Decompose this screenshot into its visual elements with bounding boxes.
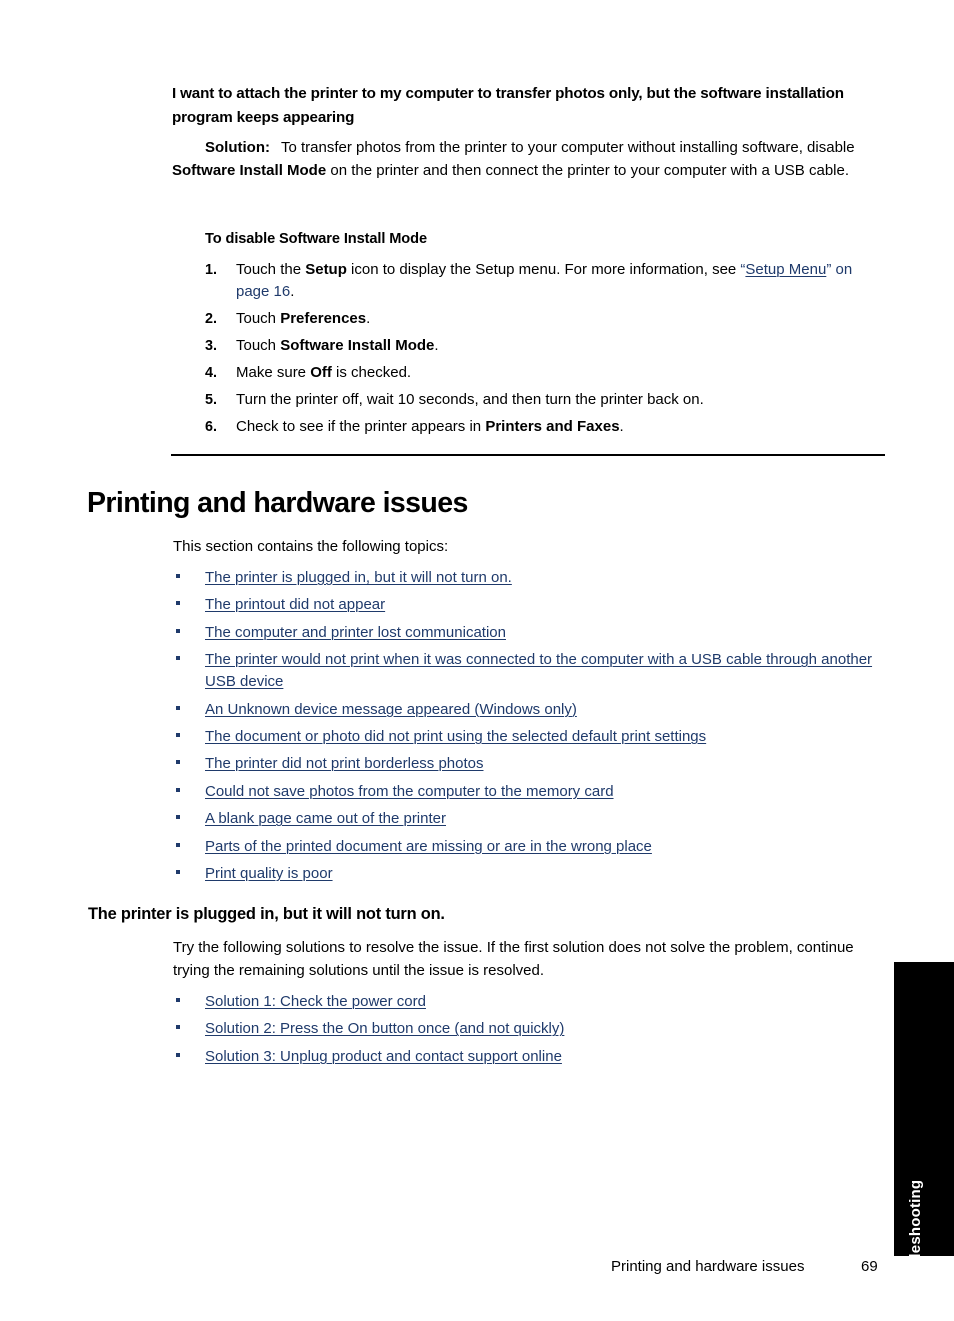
bullet-icon xyxy=(176,869,180,874)
bullet-icon xyxy=(176,628,180,633)
procedure-title: To disable Software Install Mode xyxy=(205,231,427,247)
list-item: Print quality is poor xyxy=(173,863,885,885)
bullet-icon xyxy=(176,1052,180,1057)
step-text-post: . xyxy=(434,337,439,355)
step-text-pre: Touch the xyxy=(236,261,306,278)
step-text-post: . xyxy=(366,310,371,328)
step-period: . xyxy=(290,283,295,301)
topic-link[interactable]: An Unknown device message appeared (Wind… xyxy=(205,701,577,718)
solution-text-part2: on the printer and then connect the prin… xyxy=(326,161,849,179)
setup-menu-link[interactable]: Setup Menu xyxy=(745,261,826,278)
bullet-icon xyxy=(176,842,180,847)
solution-link[interactable]: Solution 1: Check the power cord xyxy=(205,993,426,1010)
step-text-post: is checked. xyxy=(331,363,412,381)
topic-link[interactable]: The printer did not print borderless pho… xyxy=(205,755,484,772)
topic-link[interactable]: Parts of the printed document are missin… xyxy=(205,838,652,855)
bullet-icon xyxy=(176,760,180,765)
list-item: The document or photo did not print usin… xyxy=(173,726,885,748)
step-text-pre: Make sure xyxy=(236,363,311,381)
topic-link[interactable]: A blank page came out of the printer xyxy=(205,810,446,827)
solution-paragraph: Solution: To transfer photos from the pri… xyxy=(172,137,885,182)
list-item: The printer is plugged in, but it will n… xyxy=(173,567,885,589)
solution-link[interactable]: Solution 2: Press the On button once (an… xyxy=(205,1020,564,1037)
bullet-icon xyxy=(176,787,180,792)
footer-section-name: Printing and hardware issues xyxy=(611,1258,805,1275)
solutions-link-list: Solution 1: Check the power cord Solutio… xyxy=(173,991,885,1073)
section-divider xyxy=(171,454,885,456)
list-item: An Unknown device message appeared (Wind… xyxy=(173,699,885,721)
bullet-icon xyxy=(176,815,180,820)
topics-link-list: The printer is plugged in, but it will n… xyxy=(173,567,885,890)
topic-link[interactable]: The printout did not appear xyxy=(205,596,385,613)
step-number: 3. xyxy=(205,338,218,355)
list-item: Solution 2: Press the On button once (an… xyxy=(173,1018,885,1040)
list-item: The computer and printer lost communicat… xyxy=(173,622,885,644)
chapter-thumb-tab: Troubleshooting xyxy=(894,962,954,1300)
procedure-step: 5. Turn the printer off, wait 10 seconds… xyxy=(205,389,885,411)
procedure-steps-list: 1. Touch the Setup icon to display the S… xyxy=(205,259,885,443)
solution-link[interactable]: Solution 3: Unplug product and contact s… xyxy=(205,1048,562,1065)
solution-bold-term: Software Install Mode xyxy=(172,161,327,179)
list-item: The printer would not print when it was … xyxy=(173,649,885,693)
step-bold-term: Off xyxy=(310,363,332,381)
list-item: Parts of the printed document are missin… xyxy=(173,836,885,858)
step-text-pre: Turn the printer off, wait 10 seconds, a… xyxy=(236,390,704,408)
solution-text-part1: To transfer photos from the printer to y… xyxy=(280,139,855,156)
step-number: 6. xyxy=(205,418,218,435)
topic-link[interactable]: The printer would not print when it was … xyxy=(205,651,872,690)
bullet-icon xyxy=(176,656,180,661)
procedure-step: 1. Touch the Setup icon to display the S… xyxy=(205,259,885,304)
bullet-icon xyxy=(176,732,180,737)
topic-link[interactable]: The document or photo did not print usin… xyxy=(205,728,706,745)
manual-page: I want to attach the printer to my compu… xyxy=(0,0,954,1321)
step-number: 1. xyxy=(205,262,218,278)
thumb-tab-label: Troubleshooting xyxy=(907,1179,924,1301)
topic-link[interactable]: The computer and printer lost communicat… xyxy=(205,624,506,641)
procedure-step: 3. Touch Software Install Mode. xyxy=(205,335,885,357)
step-number: 4. xyxy=(205,364,218,381)
step-text-post: icon to display the Setup menu. For more… xyxy=(346,261,741,278)
bullet-icon xyxy=(176,1025,180,1030)
step-text-post: . xyxy=(619,417,624,435)
topic-link[interactable]: Print quality is poor xyxy=(205,865,333,882)
subsection-title: The printer is plugged in, but it will n… xyxy=(88,905,445,923)
bullet-icon xyxy=(176,705,180,710)
step-number: 5. xyxy=(205,391,218,408)
step-number: 2. xyxy=(205,311,218,328)
list-item: Solution 1: Check the power cord xyxy=(173,991,885,1013)
step-bold-term: Setup xyxy=(305,261,347,278)
list-item: The printout did not appear xyxy=(173,594,885,616)
solution-label: Solution: xyxy=(205,139,270,156)
step-bold-term: Software Install Mode xyxy=(280,337,435,355)
step-text-pre: Check to see if the printer appears in xyxy=(236,417,486,435)
question-heading: I want to attach the printer to my compu… xyxy=(172,85,844,126)
bullet-icon xyxy=(176,601,180,606)
topic-link[interactable]: The printer is plugged in, but it will n… xyxy=(205,569,512,586)
step-text-pre: Touch xyxy=(236,337,281,355)
bullet-icon xyxy=(176,998,180,1002)
list-item: A blank page came out of the printer xyxy=(173,808,885,830)
section-intro-text: This section contains the following topi… xyxy=(173,538,449,555)
subsection-paragraph: Try the following solutions to resolve t… xyxy=(173,939,854,979)
step-bold-term: Printers and Faxes xyxy=(485,417,620,435)
footer-page-number: 69 xyxy=(861,1258,878,1275)
bullet-icon xyxy=(176,574,180,578)
list-item: Solution 3: Unplug product and contact s… xyxy=(173,1046,885,1068)
step-bold-term: Preferences xyxy=(280,310,367,328)
page-title: Printing and hardware issues xyxy=(87,487,468,519)
procedure-step: 2. Touch Preferences. xyxy=(205,308,885,330)
topic-link[interactable]: Could not save photos from the computer … xyxy=(205,783,614,800)
procedure-step: 6. Check to see if the printer appears i… xyxy=(205,416,885,438)
step-text-pre: Touch xyxy=(236,310,281,328)
list-item: Could not save photos from the computer … xyxy=(173,781,885,803)
procedure-step: 4. Make sure Off is checked. xyxy=(205,362,885,384)
list-item: The printer did not print borderless pho… xyxy=(173,753,885,775)
